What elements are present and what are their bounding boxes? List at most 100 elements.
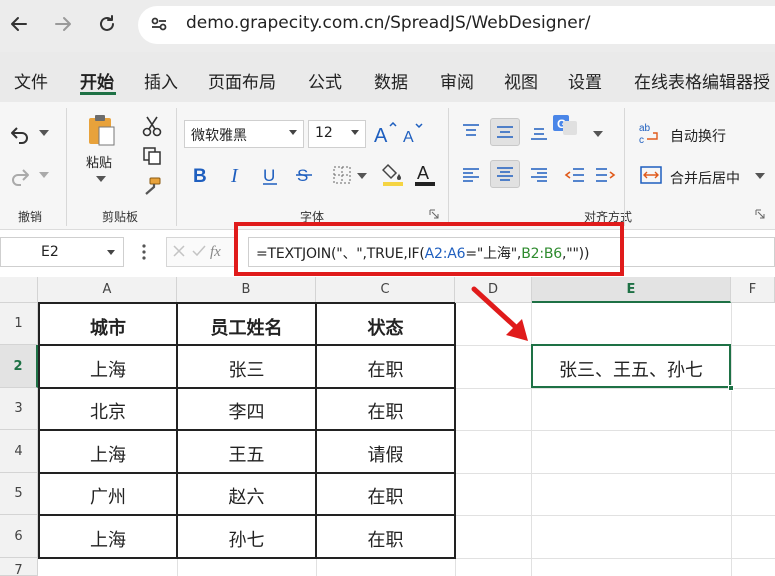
table-cell[interactable]: 孙七 [178,526,315,552]
redo-dropdown-icon[interactable] [38,170,50,180]
merge-dropdown-icon[interactable] [754,172,766,180]
table-cell[interactable]: 李四 [178,398,315,424]
table-cell[interactable]: 上海 [40,441,176,467]
fill-handle[interactable] [728,385,734,391]
align-bottom-icon[interactable] [526,120,552,146]
table-border [38,303,40,559]
align-top-icon[interactable] [458,118,484,144]
copy-icon[interactable] [140,144,164,168]
font-color-icon[interactable]: A [412,160,438,188]
cut-scissors-icon[interactable] [140,114,164,138]
table-cell[interactable]: 北京 [40,398,176,424]
column-header-f[interactable]: F [731,277,775,303]
table-header-employee[interactable]: 员工姓名 [178,314,315,340]
format-painter-icon[interactable] [140,174,164,198]
table-cell[interactable]: 王五 [178,441,315,467]
bold-icon[interactable]: B [188,162,212,188]
decrease-font-size-icon[interactable]: A [400,120,426,148]
orientation-dropdown-icon[interactable] [592,130,604,138]
merge-center-icon[interactable] [638,162,664,188]
font-name-value: 微软雅黑 [191,128,247,144]
decrease-indent-icon[interactable] [562,162,588,188]
table-cell[interactable]: 赵六 [178,483,315,509]
back-arrow-icon[interactable] [6,11,32,37]
table-cell[interactable]: 在职 [317,398,454,424]
tab-online-editor-license[interactable]: 在线表格编辑器授 [634,68,775,93]
insert-function-icon[interactable]: fx [208,240,230,262]
table-header-status[interactable]: 状态 [317,314,454,340]
paste-clipboard-icon[interactable] [84,112,118,148]
align-middle-icon [492,119,518,145]
table-border [38,302,455,304]
group-label-clipboard: 剪贴板 [102,210,139,224]
tab-home[interactable]: 开始 [80,68,114,93]
column-header-e[interactable]: E [532,277,731,303]
underline-icon[interactable]: U [258,162,282,188]
row-header-2[interactable]: 2 [0,345,38,388]
wrap-text-label[interactable]: 自动换行 [670,126,726,146]
strikethrough-icon[interactable]: S [292,162,316,188]
group-label-undo: 撤销 [18,210,43,224]
border-dropdown-icon[interactable] [356,172,368,180]
table-cell[interactable]: 上海 [40,526,176,552]
table-cell[interactable]: 在职 [317,483,454,509]
font-dialog-launcher-icon[interactable] [428,208,440,220]
reload-icon[interactable] [94,11,120,37]
border-icon[interactable] [330,162,354,188]
tab-view[interactable]: 视图 [504,68,538,93]
align-left-icon[interactable] [458,162,484,188]
table-header-city[interactable]: 城市 [40,314,176,340]
tab-file[interactable]: 文件 [14,68,48,93]
merge-center-label[interactable]: 合并后居中 [670,168,740,188]
table-border [38,472,455,474]
more-options-icon[interactable] [136,240,152,264]
name-box[interactable]: E2 [0,237,124,267]
translate-icon[interactable]: G [550,110,580,140]
row-header-6[interactable]: 6 [0,515,38,558]
table-cell[interactable]: 在职 [317,526,454,552]
select-all-corner[interactable] [0,277,38,303]
chevron-down-icon [289,130,297,135]
column-header-c[interactable]: C [316,277,455,303]
tab-page-layout[interactable]: 页面布局 [208,68,276,93]
cancel-x-icon[interactable] [170,242,188,260]
table-cell[interactable]: 上海 [40,356,176,382]
increase-font-size-icon[interactable]: A [372,120,398,148]
font-name-select[interactable]: 微软雅黑 [184,120,304,148]
forward-arrow-icon[interactable] [50,11,76,37]
fill-color-icon[interactable] [380,160,406,188]
table-border [38,387,455,389]
url-text[interactable]: demo.grapecity.com.cn/SpreadJS/WebDesign… [186,13,590,33]
undo-icon[interactable] [6,120,34,148]
row-header-7[interactable]: 7 [0,558,38,576]
tab-settings[interactable]: 设置 [568,68,602,93]
svg-text:ab: ab [639,123,651,134]
column-header-a[interactable]: A [38,277,177,303]
increase-indent-icon[interactable] [592,162,618,188]
alignment-dialog-launcher-icon[interactable] [754,208,766,220]
table-cell[interactable]: 广州 [40,483,176,509]
table-cell[interactable]: 张三 [178,356,315,382]
table-cell[interactable]: 在职 [317,356,454,382]
table-cell[interactable]: 请假 [317,441,454,467]
column-header-b[interactable]: B [177,277,316,303]
svg-text:A: A [374,125,388,146]
font-size-select[interactable]: 12 [308,120,366,148]
row-header-1[interactable]: 1 [0,303,38,345]
undo-dropdown-icon[interactable] [38,128,50,138]
tab-review[interactable]: 审阅 [440,68,474,93]
site-settings-icon[interactable] [146,11,172,37]
row-header-4[interactable]: 4 [0,430,38,473]
wrap-text-icon[interactable]: ab c [638,120,664,146]
tab-data[interactable]: 数据 [374,68,408,93]
paste-label[interactable]: 粘贴 [86,152,112,171]
tab-insert[interactable]: 插入 [144,68,178,93]
paste-dropdown-icon[interactable] [95,174,107,184]
confirm-check-icon[interactable] [190,242,208,260]
row-header-3[interactable]: 3 [0,388,38,430]
redo-icon[interactable] [6,162,34,190]
italic-icon[interactable]: I [224,162,248,188]
tab-formulas[interactable]: 公式 [308,68,342,93]
align-right-icon[interactable] [526,162,552,188]
row-header-5[interactable]: 5 [0,473,38,515]
